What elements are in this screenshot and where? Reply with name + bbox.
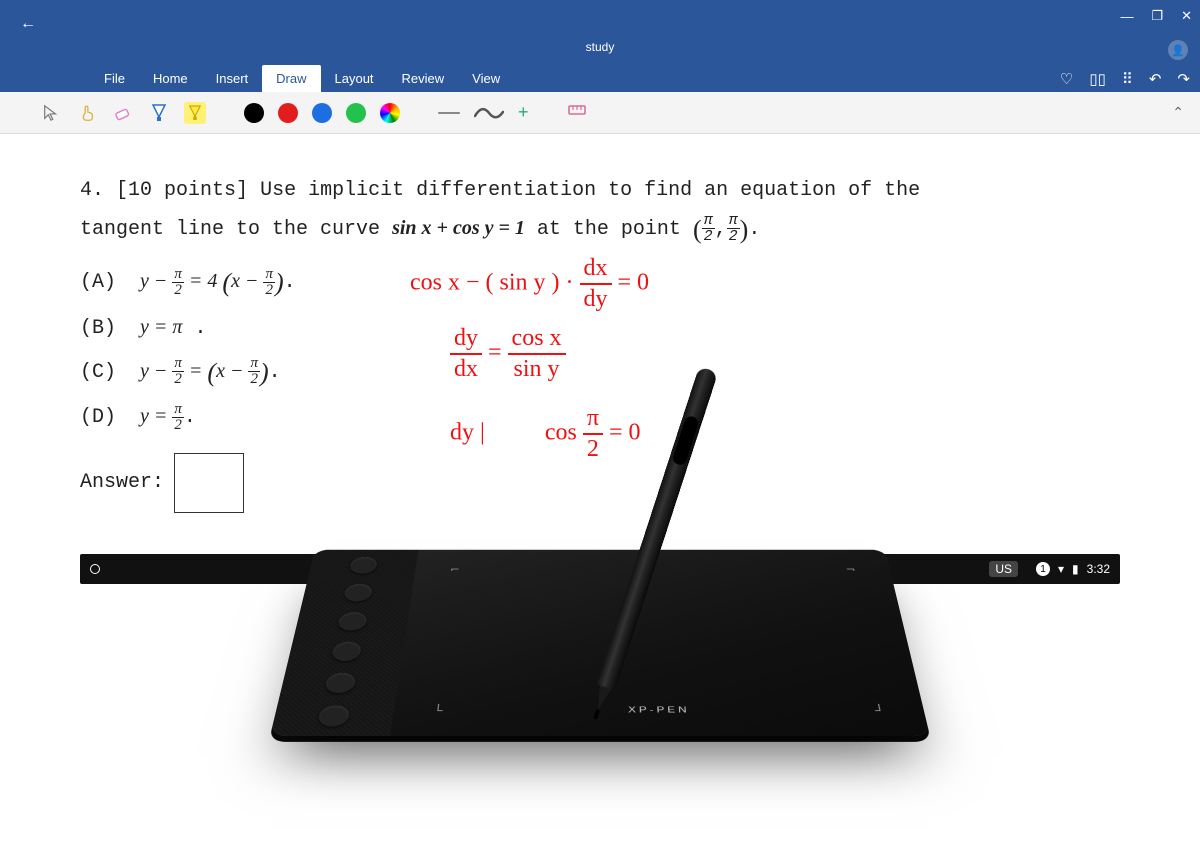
battery-icon[interactable]: ▮ (1072, 562, 1079, 576)
question-stem-a: Use implicit differentiation to find an … (260, 179, 920, 202)
question-points: [10 points] (116, 179, 248, 202)
status-language[interactable]: US (989, 561, 1018, 577)
account-avatar[interactable]: 👤 (1168, 40, 1188, 60)
color-green[interactable] (346, 103, 366, 123)
question-text: 4. [10 points] Use implicit differentiat… (80, 174, 1120, 252)
question-stem-b: tangent line to the curve (80, 218, 380, 241)
corner-mark-tl: ⌐ (450, 564, 460, 575)
tablet-key-3[interactable] (337, 612, 368, 630)
highlighter-tool[interactable] (184, 102, 206, 124)
stroke-wave[interactable] (474, 106, 504, 120)
question-number: 4. (80, 179, 104, 202)
window-controls: — ❐ ✕ (1120, 8, 1192, 24)
pen-tool[interactable] (148, 102, 170, 124)
add-pen-button[interactable]: + (518, 102, 529, 123)
title-bar: ← study — ❐ ✕ 👤 (0, 0, 1200, 64)
corner-mark-tr: ¬ (845, 564, 856, 575)
color-red[interactable] (278, 103, 298, 123)
color-blue[interactable] (312, 103, 332, 123)
close-button[interactable]: ✕ (1181, 8, 1192, 24)
tablet-surface[interactable]: ⌐ ¬ └ ┘ XP-PEN (390, 550, 930, 736)
tablet-brand: XP-PEN (393, 705, 925, 715)
tab-layout[interactable]: Layout (321, 65, 388, 92)
color-rainbow[interactable] (380, 103, 400, 123)
handwriting-line2: dydx = cos xsin y (450, 324, 566, 384)
handwriting-line1: cos x − ( sin y ) · dxdy = 0 (410, 254, 649, 314)
ruler-tool[interactable] (567, 100, 587, 125)
tab-review[interactable]: Review (388, 65, 459, 92)
color-black[interactable] (244, 103, 264, 123)
document-title: study (0, 40, 1200, 54)
back-button[interactable]: ← (12, 8, 44, 40)
tablet-key-6[interactable] (317, 705, 351, 726)
tab-file[interactable]: File (90, 65, 139, 92)
redo-icon[interactable]: ↷ (1177, 70, 1190, 88)
collapse-ribbon-icon[interactable]: ⌃ (1172, 104, 1184, 121)
undo-icon[interactable]: ↶ (1149, 70, 1162, 88)
point-frac-y: π2 (727, 213, 740, 244)
tab-insert[interactable]: Insert (202, 65, 263, 92)
question-stem-c: at the point (537, 218, 681, 241)
tablet-key-5[interactable] (324, 673, 357, 693)
reading-view-icon[interactable]: ▯▯ (1089, 70, 1106, 88)
tablet-key-1[interactable] (349, 557, 379, 574)
answer-box[interactable] (174, 453, 244, 513)
stroke-thin[interactable] (438, 112, 460, 114)
question-equation: sin x + cos y = 1 (392, 217, 525, 239)
tablet-key-2[interactable] (343, 584, 373, 602)
status-time: 3:32 (1087, 562, 1110, 576)
answer-label: Answer: (80, 471, 164, 494)
tips-icon[interactable]: ♡ (1060, 70, 1073, 88)
tablet-key-4[interactable] (331, 642, 363, 661)
eraser-tool[interactable] (112, 102, 134, 124)
ribbon-tabs: File Home Insert Draw Layout Review View… (0, 64, 1200, 92)
draw-toolbar: + ⌃ (0, 92, 1200, 134)
point-frac-x: π2 (702, 213, 715, 244)
ribbon-right-icons: ♡ ▯▯ ⠿ ↶ ↷ (1060, 70, 1190, 88)
tab-draw[interactable]: Draw (262, 65, 320, 92)
maximize-button[interactable]: ❐ (1151, 8, 1163, 24)
tab-home[interactable]: Home (139, 65, 202, 92)
touch-tool[interactable] (76, 102, 98, 124)
tab-view[interactable]: View (458, 65, 514, 92)
drawing-tablet: ⌐ ¬ └ ┘ XP-PEN (270, 440, 930, 810)
record-icon[interactable] (90, 564, 100, 574)
wifi-icon[interactable]: ▾ (1058, 562, 1064, 576)
status-badge[interactable]: 1 (1036, 562, 1050, 576)
minimize-button[interactable]: — (1120, 9, 1133, 24)
select-tool[interactable] (40, 102, 62, 124)
share-icon[interactable]: ⠿ (1122, 70, 1133, 88)
option-c: (C) y − π2 = (x − π2). (80, 348, 1120, 397)
